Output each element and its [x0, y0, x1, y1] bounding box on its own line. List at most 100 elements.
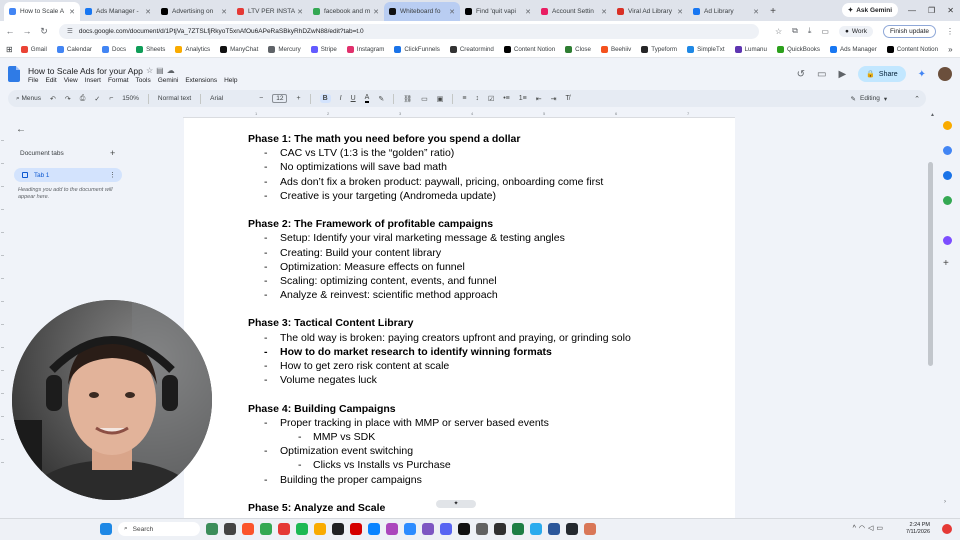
star-icon[interactable]: ☆	[146, 66, 156, 75]
menu-item[interactable]: Edit	[45, 77, 56, 84]
menus-search[interactable]: ⌕ Menus	[16, 95, 41, 103]
start-button-icon[interactable]	[100, 523, 112, 535]
zoom-icon[interactable]	[404, 523, 416, 535]
tasks-icon[interactable]	[943, 146, 952, 155]
browser-tab[interactable]: Ads Manager - ✕	[80, 2, 156, 21]
close-tab-icon[interactable]: ✕	[753, 8, 759, 16]
decrease-font-icon[interactable]: −	[259, 95, 263, 102]
get-addons-icon[interactable]: +	[943, 258, 949, 269]
bold-button[interactable]: B	[319, 94, 331, 103]
link-icon[interactable]: ⛓	[403, 95, 412, 103]
document-page[interactable]: Phase 1: The math you need before you sp…	[184, 118, 735, 518]
messenger-icon[interactable]	[422, 523, 434, 535]
highlight-icon[interactable]: ✎	[378, 95, 384, 103]
forward-icon[interactable]: →	[20, 26, 34, 36]
bookmark-item[interactable]: Beehiiv	[600, 45, 631, 53]
browser-tab[interactable]: Advertising on ✕	[156, 2, 232, 21]
addon-icon[interactable]	[943, 236, 952, 245]
profile-work-button[interactable]: ● Work	[838, 25, 873, 37]
browser-tab[interactable]: How to Scale A ✕	[4, 2, 80, 21]
browser-menu-icon[interactable]: ⋮	[946, 27, 954, 36]
menu-item[interactable]: Extensions	[185, 77, 217, 84]
restore-icon[interactable]: ❐	[928, 6, 935, 15]
underline-button[interactable]: U	[351, 95, 356, 102]
browser-tab[interactable]: Ad Library ✕	[688, 2, 764, 21]
bookmark-item[interactable]: Mercury	[268, 45, 301, 53]
url-field[interactable]: ☰ docs.google.com/document/d/1PtjVa_7ZTS…	[59, 23, 759, 39]
close-icon[interactable]: ✕	[947, 6, 954, 15]
explorer-icon[interactable]	[314, 523, 326, 535]
obs-icon[interactable]	[494, 523, 506, 535]
comments-icon[interactable]: ▭	[817, 69, 826, 80]
version-history-icon[interactable]: ↺	[797, 69, 805, 80]
paint-format-icon[interactable]: ⌐	[109, 95, 113, 102]
cloud-status-icon[interactable]: ☁	[167, 66, 178, 75]
word-icon[interactable]	[548, 523, 560, 535]
add-tab-icon[interactable]: +	[110, 148, 115, 158]
menu-item[interactable]: File	[28, 77, 38, 84]
comment-icon[interactable]: ▭	[421, 95, 428, 103]
increase-indent-icon[interactable]: ⇥	[551, 95, 557, 103]
text-color-button[interactable]: A	[364, 94, 370, 103]
chrome-icon[interactable]	[260, 523, 272, 535]
telegram-icon[interactable]	[530, 523, 542, 535]
bookmark-item[interactable]: Ads Manager	[829, 45, 877, 53]
menu-item[interactable]: Tools	[136, 77, 151, 84]
font-select[interactable]: Arial	[210, 95, 250, 102]
bookmark-item[interactable]: Content Notion	[503, 45, 555, 53]
keep-icon[interactable]	[943, 121, 952, 130]
browser-tab[interactable]: Account Settin ✕	[536, 2, 612, 21]
document-tab-1[interactable]: Tab 1 ⋮	[14, 168, 122, 182]
line-spacing-icon[interactable]: ↕	[475, 95, 479, 102]
bookmark-item[interactable]: Creatormind	[449, 45, 494, 53]
browser-tab[interactable]: Viral Ad Library ✕	[612, 2, 688, 21]
close-tab-icon[interactable]: ✕	[69, 8, 75, 16]
menu-item[interactable]: Format	[108, 77, 129, 84]
bookmark-item[interactable]: Content Notion	[886, 45, 938, 53]
close-tab-icon[interactable]: ✕	[221, 8, 227, 16]
github-icon[interactable]	[566, 523, 578, 535]
excel-icon[interactable]	[512, 523, 524, 535]
share-button[interactable]: 🔒 Share	[858, 66, 906, 82]
italic-button[interactable]: I	[340, 95, 342, 102]
undo-icon[interactable]: ↶	[50, 95, 56, 103]
document-title[interactable]: How to Scale Ads for your App	[28, 66, 143, 76]
close-tab-icon[interactable]: ✕	[145, 8, 151, 16]
notion-icon[interactable]	[458, 523, 470, 535]
edge-icon[interactable]	[368, 523, 380, 535]
close-tab-icon[interactable]: ✕	[601, 8, 607, 16]
bookmark-item[interactable]: Lumanu	[734, 45, 767, 53]
widgets-icon[interactable]	[206, 523, 218, 535]
browser-tab[interactable]: facebook and m ✕	[308, 2, 384, 21]
spotify-icon[interactable]	[296, 523, 308, 535]
close-tab-icon[interactable]: ✕	[449, 8, 455, 16]
editing-mode-select[interactable]: ✎ Editing ▾	[851, 95, 888, 103]
tab-options-icon[interactable]: ⋮	[109, 171, 116, 179]
close-tab-icon[interactable]: ✕	[525, 8, 531, 16]
align-icon[interactable]: ≡	[462, 95, 466, 102]
style-select[interactable]: Normal text	[158, 95, 191, 102]
settings-icon[interactable]	[476, 523, 488, 535]
chatgpt-icon[interactable]	[332, 523, 344, 535]
increase-font-icon[interactable]: +	[296, 95, 300, 102]
site-info-icon[interactable]: ☰	[67, 27, 73, 35]
claude-icon[interactable]	[584, 523, 596, 535]
cast-icon[interactable]: ▭	[821, 27, 829, 36]
extensions-icon[interactable]: ⧉	[792, 26, 798, 36]
contacts-icon[interactable]	[943, 171, 952, 180]
finish-update-button[interactable]: Finish update	[882, 24, 936, 38]
bookmark-item[interactable]: Analytics	[175, 45, 210, 53]
brave-icon[interactable]	[242, 523, 254, 535]
close-tab-icon[interactable]: ✕	[297, 8, 303, 16]
bulleted-list-icon[interactable]: •≡	[503, 95, 510, 102]
bookmark-item[interactable]: Stripe	[310, 45, 337, 53]
menu-item[interactable]: Insert	[85, 77, 101, 84]
opera-icon[interactable]	[350, 523, 362, 535]
bookmark-item[interactable]: Instagram	[346, 45, 384, 53]
horizontal-ruler[interactable]: 1 2 3 4 5 6 7	[183, 110, 735, 118]
new-tab-button[interactable]: +	[764, 2, 782, 21]
user-avatar[interactable]	[938, 67, 952, 81]
close-tab-icon[interactable]: ✕	[677, 8, 683, 16]
menu-item[interactable]: Help	[224, 77, 237, 84]
browser-tab[interactable]: Whiteboard fo ✕	[384, 2, 460, 21]
